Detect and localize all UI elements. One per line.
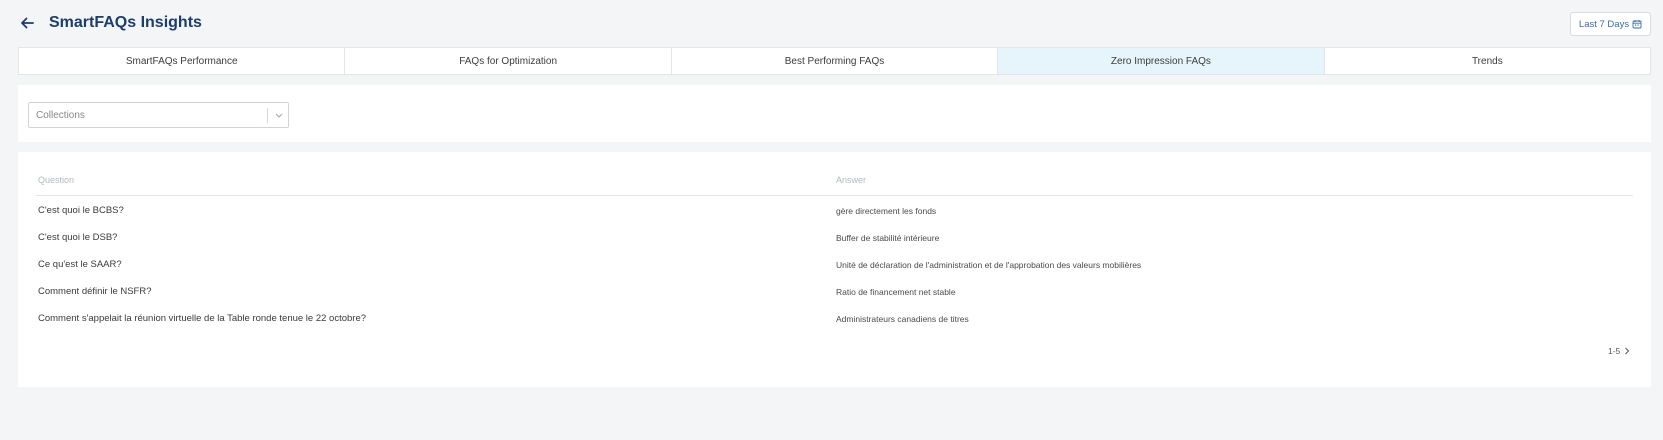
tab-bar: SmartFAQs Performance FAQs for Optimizat… <box>18 47 1651 75</box>
question-cell: Ce qu'est le SAAR? <box>38 259 122 270</box>
tab-smartfaqs-performance[interactable]: SmartFAQs Performance <box>19 48 346 74</box>
question-cell: C'est quoi le BCBS? <box>38 205 124 216</box>
answer-cell: gère directement les fonds <box>836 206 937 216</box>
table-row[interactable]: Comment s'appelait la réunion virtuelle … <box>18 313 1651 340</box>
column-header-answer: Answer <box>836 175 867 185</box>
answer-cell: Unité de déclaration de l'administration… <box>836 260 1142 270</box>
collections-placeholder: Collections <box>36 110 85 121</box>
header-divider <box>36 195 1633 196</box>
page-title: SmartFAQs Insights <box>49 14 202 31</box>
question-cell: C'est quoi le DSB? <box>38 232 118 243</box>
chevron-down-icon[interactable] <box>272 108 286 123</box>
question-cell: Comment s'appelait la réunion virtuelle … <box>38 313 367 324</box>
tab-faqs-for-optimization[interactable]: FAQs for Optimization <box>345 48 672 74</box>
chevron-right-icon <box>1625 347 1630 355</box>
select-separator <box>267 108 268 123</box>
tab-best-performing-faqs[interactable]: Best Performing FAQs <box>672 48 999 74</box>
page-header: SmartFAQs Insights Last 7 Days <box>0 0 1663 46</box>
arrow-left-icon <box>21 17 34 29</box>
pagination: 1-5 <box>1608 346 1630 356</box>
tab-zero-impression-faqs[interactable]: Zero Impression FAQs <box>998 48 1325 74</box>
answer-cell: Ratio de financement net stable <box>836 287 956 297</box>
date-range-label: Last 7 Days <box>1578 18 1630 30</box>
calendar-icon <box>1632 20 1642 29</box>
table-row[interactable]: C'est quoi le BCBS? gère directement les… <box>18 205 1651 232</box>
filter-panel: Collections <box>18 85 1651 142</box>
answer-cell: Buffer de stabilité intérieure <box>836 233 940 243</box>
next-page-button[interactable] <box>1624 347 1630 355</box>
table-row[interactable]: Comment définir le NSFR? Ratio de financ… <box>18 286 1651 313</box>
faq-table: Question Answer C'est quoi le BCBS? gère… <box>18 152 1651 387</box>
question-cell: Comment définir le NSFR? <box>38 286 152 297</box>
date-range-button[interactable]: Last 7 Days <box>1570 12 1651 36</box>
column-header-question: Question <box>38 175 75 185</box>
back-button[interactable] <box>18 14 36 32</box>
collections-select[interactable]: Collections <box>28 102 289 128</box>
pagination-range: 1-5 <box>1608 346 1621 356</box>
tab-trends[interactable]: Trends <box>1325 48 1650 74</box>
answer-cell: Administrateurs canadiens de titres <box>836 314 969 324</box>
table-row[interactable]: Ce qu'est le SAAR? Unité de déclaration … <box>18 259 1651 286</box>
table-row[interactable]: C'est quoi le DSB? Buffer de stabilité i… <box>18 232 1651 259</box>
